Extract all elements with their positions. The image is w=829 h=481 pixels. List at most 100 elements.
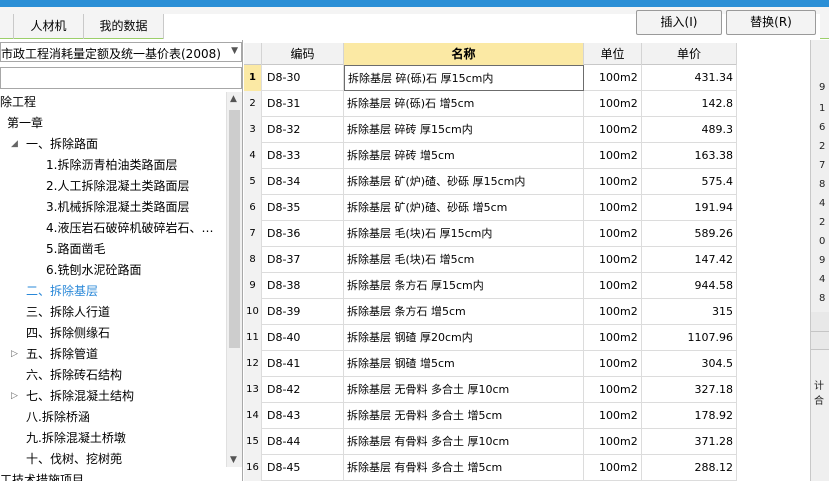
table-row[interactable]: 9 D8-38 拆除基层 条方石 厚15cm内 100m2 944.58 (244, 273, 737, 299)
name-cell[interactable]: 拆除基层 无骨料 多合土 厚10cm (344, 377, 584, 403)
price-cell[interactable]: 589.26 (642, 221, 737, 247)
name-cell[interactable]: 拆除基层 钢碴 增5cm (344, 351, 584, 377)
table-row[interactable]: 14 D8-43 拆除基层 无骨料 多合土 增5cm 100m2 178.92 (244, 403, 737, 429)
tree-item[interactable]: 六、拆除砖石结构 (26, 365, 122, 386)
table-row[interactable]: 3 D8-32 拆除基层 碎砖 厚15cm内 100m2 489.3 (244, 117, 737, 143)
unit-column-header[interactable]: 单位 (584, 43, 642, 65)
unit-cell[interactable]: 100m2 (584, 299, 642, 325)
collapsed-triangle-icon[interactable]: ▷ (11, 386, 18, 407)
tree-item[interactable]: 3.机械拆除混凝土类路面层 (46, 197, 189, 218)
scroll-down-icon[interactable]: ▼ (230, 455, 237, 465)
table-row[interactable]: 5 D8-34 拆除基层 矿(炉)碴、砂砾 厚15cm内 100m2 575.4 (244, 169, 737, 195)
name-cell[interactable]: 拆除基层 有骨料 多合土 厚10cm (344, 429, 584, 455)
unit-cell[interactable]: 100m2 (584, 91, 642, 117)
price-cell[interactable]: 431.34 (642, 65, 737, 91)
name-cell[interactable]: 拆除基层 毛(块)石 增5cm (344, 247, 584, 273)
code-cell[interactable]: D8-42 (262, 377, 344, 403)
tab-my-data[interactable]: 我的数据 (84, 14, 164, 39)
price-cell[interactable]: 327.18 (642, 377, 737, 403)
price-cell[interactable]: 288.12 (642, 455, 737, 481)
tab-labor-material-machine[interactable]: 人材机 (14, 14, 84, 39)
code-cell[interactable]: D8-31 (262, 91, 344, 117)
replace-button[interactable]: 替换(R) (726, 10, 816, 35)
table-row[interactable]: 13 D8-42 拆除基层 无骨料 多合土 厚10cm 100m2 327.18 (244, 377, 737, 403)
unit-cell[interactable]: 100m2 (584, 351, 642, 377)
code-cell[interactable]: D8-35 (262, 195, 344, 221)
unit-cell[interactable]: 100m2 (584, 221, 642, 247)
unit-cell[interactable]: 100m2 (584, 377, 642, 403)
table-row[interactable]: 10 D8-39 拆除基层 条方石 增5cm 100m2 315 (244, 299, 737, 325)
tree-item[interactable]: 6.铣刨水泥砼路面 (46, 260, 141, 281)
price-cell[interactable]: 304.5 (642, 351, 737, 377)
search-input[interactable] (0, 67, 242, 89)
tree-item[interactable]: ▷ 五、拆除管道 (11, 344, 98, 365)
price-cell[interactable]: 142.8 (642, 91, 737, 117)
tree-scrollbar[interactable]: ▲ ▼ (226, 92, 242, 467)
price-cell[interactable]: 191.94 (642, 195, 737, 221)
unit-cell[interactable]: 100m2 (584, 273, 642, 299)
price-cell[interactable]: 163.38 (642, 143, 737, 169)
tree-item[interactable]: ▷ 七、拆除混凝土结构 (11, 386, 134, 407)
unit-cell[interactable]: 100m2 (584, 117, 642, 143)
name-cell[interactable]: 拆除基层 有骨料 多合土 增5cm (344, 455, 584, 481)
price-cell[interactable]: 575.4 (642, 169, 737, 195)
price-cell[interactable]: 1107.96 (642, 325, 737, 351)
table-row[interactable]: 7 D8-36 拆除基层 毛(块)石 厚15cm内 100m2 589.26 (244, 221, 737, 247)
chevron-down-icon[interactable]: ▼ (231, 46, 238, 56)
price-cell[interactable]: 178.92 (642, 403, 737, 429)
scroll-up-icon[interactable]: ▲ (230, 94, 237, 104)
name-cell[interactable]: 拆除基层 条方石 厚15cm内 (344, 273, 584, 299)
name-cell[interactable]: 拆除基层 碎(砾)石 增5cm (344, 91, 584, 117)
tree-item[interactable]: ◢ 一、拆除路面 (11, 134, 98, 155)
tree-item[interactable]: 5.路面凿毛 (46, 239, 105, 260)
table-row[interactable]: 15 D8-44 拆除基层 有骨料 多合土 厚10cm 100m2 371.28 (244, 429, 737, 455)
code-cell[interactable]: D8-32 (262, 117, 344, 143)
table-row[interactable]: 8 D8-37 拆除基层 毛(块)石 增5cm 100m2 147.42 (244, 247, 737, 273)
tree-item[interactable]: 八.拆除桥涵 (26, 407, 90, 428)
unit-cell[interactable]: 100m2 (584, 403, 642, 429)
tree-item[interactable]: 工技术措施项目 (0, 470, 84, 481)
name-cell[interactable]: 拆除基层 矿(炉)碴、砂砾 增5cm (344, 195, 584, 221)
table-row[interactable]: 12 D8-41 拆除基层 钢碴 增5cm 100m2 304.5 (244, 351, 737, 377)
code-cell[interactable]: D8-38 (262, 273, 344, 299)
tree-item[interactable]: 4.液压岩石破碎机破碎岩石、… (46, 218, 213, 239)
unit-cell[interactable]: 100m2 (584, 169, 642, 195)
code-cell[interactable]: D8-36 (262, 221, 344, 247)
tree-item[interactable]: 三、拆除人行道 (26, 302, 110, 323)
tree-item[interactable]: 四、拆除侧缘石 (26, 323, 110, 344)
scrollbar-thumb[interactable] (229, 110, 240, 348)
table-row[interactable]: 2 D8-31 拆除基层 碎(砾)石 增5cm 100m2 142.8 (244, 91, 737, 117)
code-cell[interactable]: D8-45 (262, 455, 344, 481)
unit-cell[interactable]: 100m2 (584, 455, 642, 481)
code-cell[interactable]: D8-34 (262, 169, 344, 195)
tree-item-selected[interactable]: 二、拆除基层 (26, 281, 98, 302)
code-cell[interactable]: D8-41 (262, 351, 344, 377)
name-cell[interactable]: 拆除基层 毛(块)石 厚15cm内 (344, 221, 584, 247)
code-column-header[interactable]: 编码 (262, 43, 344, 65)
price-cell[interactable]: 944.58 (642, 273, 737, 299)
unit-cell[interactable]: 100m2 (584, 143, 642, 169)
table-row[interactable]: 11 D8-40 拆除基层 钢碴 厚20cm内 100m2 1107.96 (244, 325, 737, 351)
code-cell[interactable]: D8-37 (262, 247, 344, 273)
price-cell[interactable]: 489.3 (642, 117, 737, 143)
table-row[interactable]: 4 D8-33 拆除基层 碎砖 增5cm 100m2 163.38 (244, 143, 737, 169)
quota-library-select[interactable]: 市政工程消耗量定额及统一基价表(2008) ▼ (0, 42, 242, 62)
tree-item[interactable]: 九.拆除混凝土桥墩 (26, 428, 126, 449)
name-cell[interactable]: 拆除基层 无骨料 多合土 增5cm (344, 403, 584, 429)
name-cell[interactable]: 拆除基层 条方石 增5cm (344, 299, 584, 325)
tree-item[interactable]: 第一章 (7, 113, 43, 134)
price-column-header[interactable]: 单价 (642, 43, 737, 65)
collapsed-triangle-icon[interactable]: ▷ (11, 344, 18, 365)
code-cell[interactable]: D8-44 (262, 429, 344, 455)
tree-item[interactable]: 十、伐树、挖树蔸 (26, 449, 122, 470)
code-cell[interactable]: D8-30 (262, 65, 344, 91)
name-cell[interactable]: 拆除基层 钢碴 厚20cm内 (344, 325, 584, 351)
table-row[interactable]: 16 D8-45 拆除基层 有骨料 多合土 增5cm 100m2 288.12 (244, 455, 737, 481)
name-cell[interactable]: 拆除基层 碎(砾)石 厚15cm内 (344, 65, 584, 91)
unit-cell[interactable]: 100m2 (584, 65, 642, 91)
expanded-triangle-icon[interactable]: ◢ (11, 134, 18, 155)
name-cell[interactable]: 拆除基层 矿(炉)碴、砂砾 厚15cm内 (344, 169, 584, 195)
code-cell[interactable]: D8-33 (262, 143, 344, 169)
price-cell[interactable]: 371.28 (642, 429, 737, 455)
unit-cell[interactable]: 100m2 (584, 195, 642, 221)
